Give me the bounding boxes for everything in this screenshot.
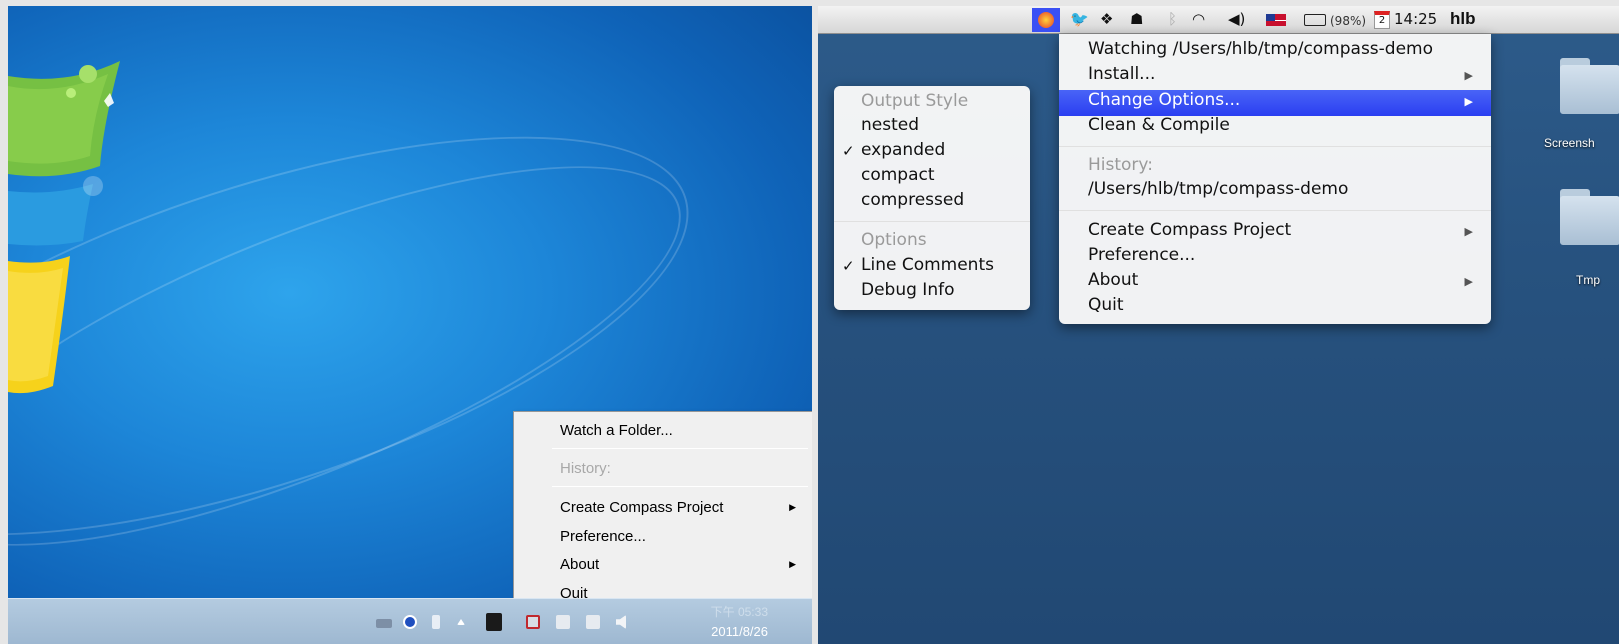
folder-icon[interactable] <box>1560 58 1619 114</box>
menu-item-create-compass-project[interactable]: Create Compass Project <box>560 499 723 516</box>
menubar-clock[interactable]: 14:25 <box>1394 10 1437 28</box>
submenu-arrow-icon: ▶ <box>789 559 796 569</box>
menu-separator <box>552 448 808 449</box>
submenu-arrow-icon: ▶ <box>1464 225 1473 238</box>
compass-app-menubar-highlight[interactable] <box>1032 8 1060 32</box>
menu-item-nested[interactable]: nested <box>861 115 919 135</box>
menu-item-preference[interactable]: Preference... <box>1088 245 1195 265</box>
folder-label-tmp[interactable]: Tmp <box>1576 273 1600 287</box>
menu-item-clean-compile[interactable]: Clean & Compile <box>1088 115 1230 135</box>
windows-desktop: Watch a Folder... History: Create Compas… <box>8 6 812 644</box>
mac-desktop: 🐦 ❖ ☗ ᛒ ◠ ◀) (98%) 2 14:25 hlb Screensh … <box>818 6 1619 644</box>
growl-icon[interactable]: ☗ <box>1130 10 1143 28</box>
folder-icon[interactable] <box>1560 189 1619 245</box>
speaker-icon[interactable] <box>616 615 626 629</box>
mac-menubar: 🐦 ❖ ☗ ᛒ ◠ ◀) (98%) 2 14:25 hlb <box>818 6 1619 34</box>
submenu-arrow-icon: ▶ <box>789 502 796 512</box>
menu-header-options: Options <box>861 230 927 250</box>
menu-header-history: History: <box>560 460 611 477</box>
usb-icon[interactable] <box>432 615 440 629</box>
help-icon[interactable] <box>403 615 417 629</box>
menu-item-about[interactable]: About <box>560 556 599 573</box>
dropbox-icon[interactable]: ❖ <box>1100 10 1113 28</box>
menu-separator <box>834 221 1030 222</box>
menu-separator <box>1059 210 1491 211</box>
flag-us-icon[interactable] <box>1266 14 1286 26</box>
wifi-icon[interactable]: ◠ <box>1192 10 1205 28</box>
menu-item-line-comments[interactable]: Line Comments <box>861 255 994 275</box>
compass-app-icon[interactable] <box>486 613 502 631</box>
folder-label-screenshots[interactable]: Screensh <box>1544 136 1595 150</box>
menu-item-compact[interactable]: compact <box>861 165 935 185</box>
submenu-arrow-icon: ▶ <box>1464 275 1473 288</box>
menu-item-compressed[interactable]: compressed <box>861 190 964 210</box>
menu-header-output-style: Output Style <box>861 91 969 111</box>
twitter-icon[interactable]: 🐦 <box>1070 10 1089 28</box>
submenu-arrow-icon: ▶ <box>1464 95 1473 108</box>
menu-item-watch-folder[interactable]: Watch a Folder... <box>560 422 673 439</box>
change-options-submenu: Output Style nested ✓ expanded compact c… <box>834 86 1030 310</box>
battery-icon[interactable] <box>1304 14 1326 26</box>
menu-item-preference[interactable]: Preference... <box>560 528 646 545</box>
network-icon[interactable] <box>586 615 600 629</box>
menu-item-history-path[interactable]: /Users/hlb/tmp/compass-demo <box>1088 179 1348 199</box>
taskbar-time[interactable]: 下午 05:33 <box>711 603 768 620</box>
menu-item-expanded[interactable]: expanded <box>861 140 945 160</box>
windows-tray-context-menu: Watch a Folder... History: Create Compas… <box>513 411 812 616</box>
menu-separator <box>1059 146 1491 147</box>
battery-percent[interactable]: (98%) <box>1330 14 1366 28</box>
clipboard-icon[interactable] <box>556 615 570 629</box>
show-hidden-icons-icon[interactable] <box>457 619 465 625</box>
menubar-username[interactable]: hlb <box>1450 9 1476 29</box>
checkmark-icon: ✓ <box>842 257 855 275</box>
calendar-icon[interactable]: 2 <box>1374 11 1390 29</box>
windows-taskbar: 下午 05:33 2011/8/26 <box>8 598 812 644</box>
menu-item-change-options[interactable]: Change Options... <box>1088 90 1240 110</box>
menu-item-watching[interactable]: Watching /Users/hlb/tmp/compass-demo <box>1088 39 1433 59</box>
volume-icon[interactable]: ◀) <box>1228 10 1245 28</box>
compass-app-menu: Watching /Users/hlb/tmp/compass-demo Ins… <box>1059 34 1491 324</box>
windows-flag-logo-icon <box>8 61 120 394</box>
taskbar-date[interactable]: 2011/8/26 <box>711 624 768 639</box>
bluetooth-icon[interactable]: ᛒ <box>1168 10 1177 28</box>
checkmark-icon: ✓ <box>842 142 855 160</box>
keyboard-icon[interactable] <box>376 619 392 628</box>
compass-app-icon <box>1038 12 1054 28</box>
menu-item-install[interactable]: Install... <box>1088 64 1155 84</box>
menu-item-about[interactable]: About <box>1088 270 1138 290</box>
menu-item-create-compass-project[interactable]: Create Compass Project <box>1088 220 1291 240</box>
menu-item-debug-info[interactable]: Debug Info <box>861 280 954 300</box>
network-error-icon[interactable] <box>526 615 540 629</box>
submenu-arrow-icon: ▶ <box>1464 69 1473 82</box>
menu-header-history: History: <box>1088 155 1153 175</box>
menu-item-quit[interactable]: Quit <box>1088 295 1124 315</box>
menu-separator <box>552 486 808 487</box>
